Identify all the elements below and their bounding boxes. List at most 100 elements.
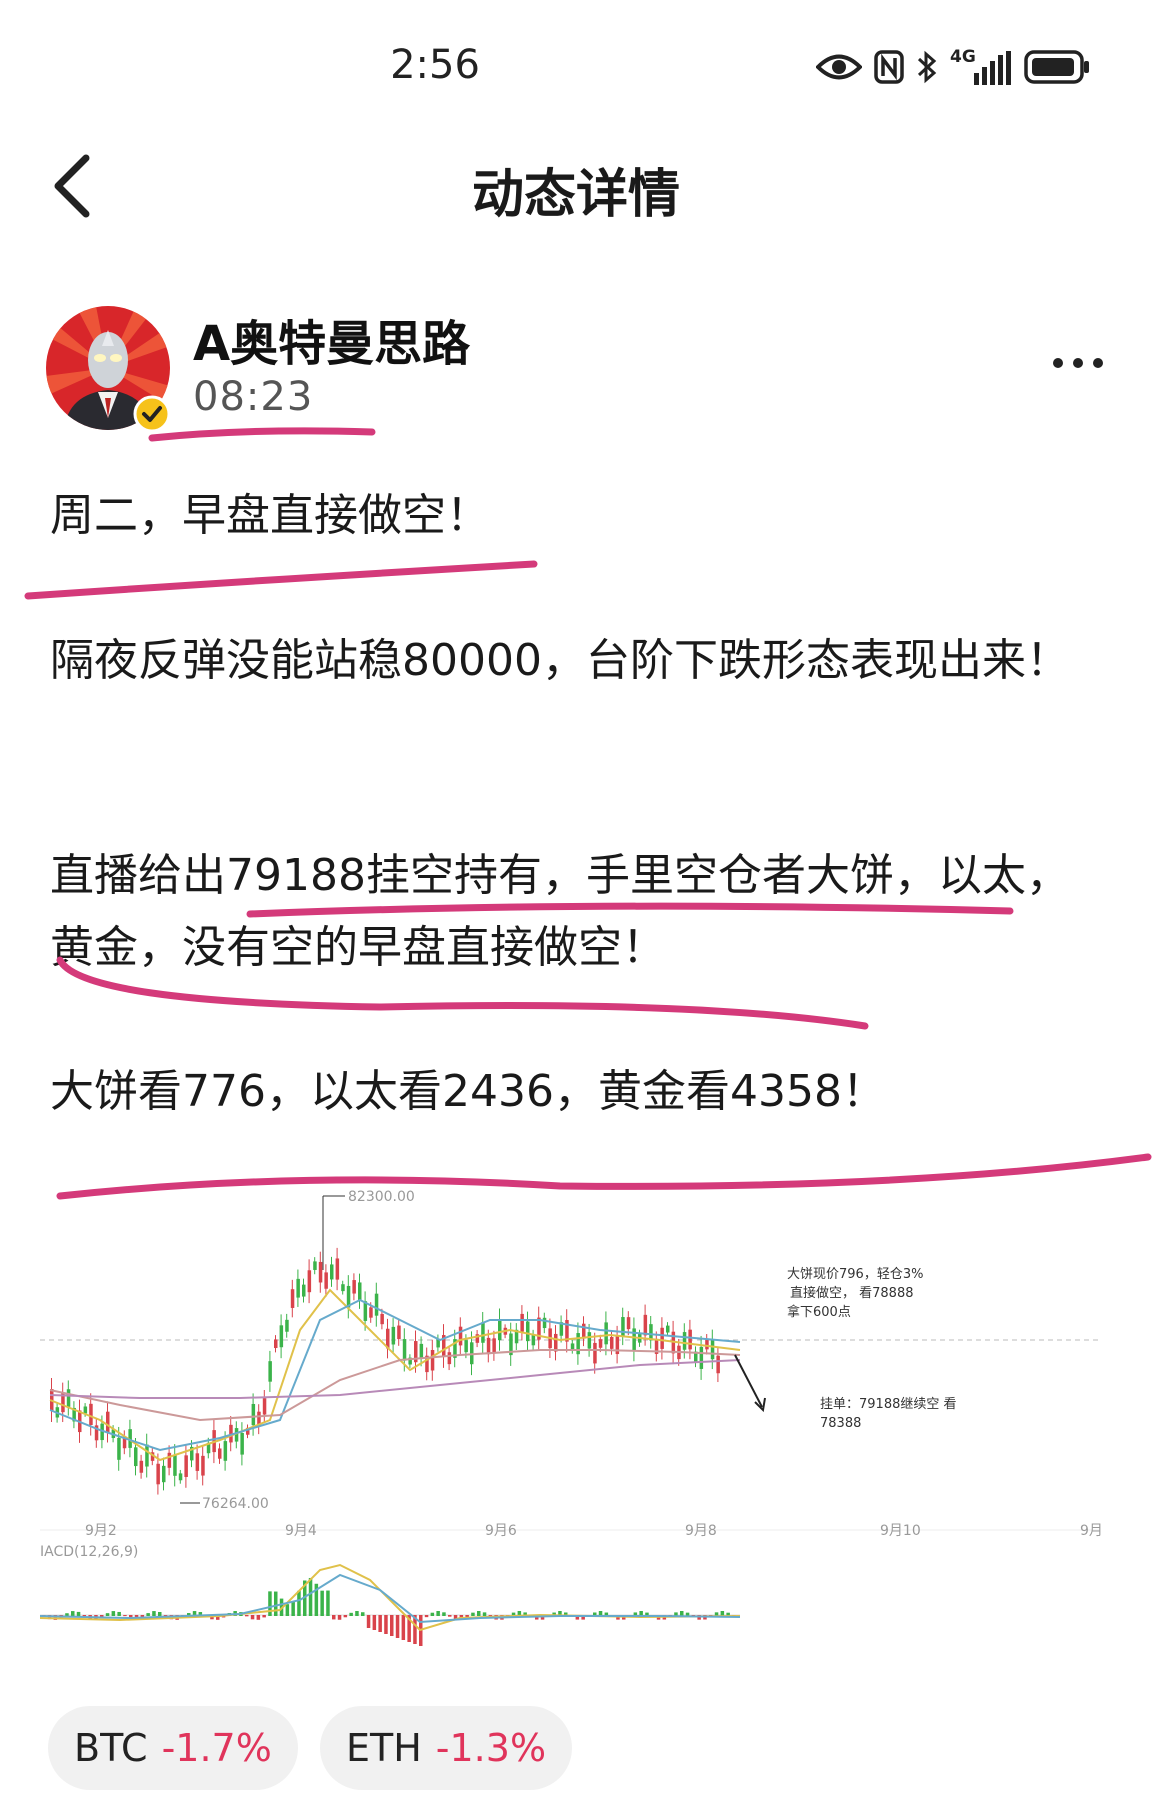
macd-bar — [291, 1601, 295, 1616]
macd-bar — [384, 1615, 388, 1634]
status-icons: 4G — [816, 44, 1090, 90]
candle-body — [666, 1325, 670, 1333]
candle-body — [296, 1278, 300, 1298]
candle-body — [531, 1334, 536, 1346]
candle-body — [380, 1313, 384, 1325]
chart-x-label: 9月 — [1080, 1523, 1103, 1539]
candle-body — [593, 1342, 597, 1364]
chart-note-line: 直接做空， 看78888 — [790, 1285, 914, 1301]
candle-body — [520, 1313, 524, 1332]
macd-bar — [482, 1612, 487, 1616]
macd-bar — [372, 1615, 377, 1630]
macd-bar — [250, 1615, 255, 1620]
network-label: 4G — [950, 47, 976, 67]
post-paragraph: 直播给出79188挂空持有，手里空仓者大饼，以太，黄金，没有空的早盘直接做空！ — [50, 850, 1070, 973]
candle-body — [341, 1284, 345, 1292]
candle-body — [302, 1284, 306, 1297]
macd-bar — [71, 1611, 75, 1616]
candle-body — [167, 1452, 172, 1468]
macd-bar — [332, 1615, 336, 1620]
macd-bar — [123, 1615, 127, 1617]
eye-icon — [816, 54, 862, 80]
macd-bar — [268, 1591, 272, 1616]
nfc-icon — [874, 50, 904, 84]
post-paragraph: 大饼看776，以太看2436，黄金看4358！ — [50, 1066, 886, 1117]
macd-bar — [105, 1613, 110, 1616]
macd-bar — [262, 1615, 266, 1618]
ticker-symbol: ETH — [346, 1726, 422, 1770]
macd-bar — [82, 1615, 87, 1617]
candle-body — [184, 1455, 188, 1477]
candle-body — [699, 1346, 704, 1369]
macd-bar — [395, 1615, 400, 1638]
ma-line — [49, 1359, 741, 1399]
candle-body — [430, 1349, 435, 1371]
chart-x-label: 9月6 — [485, 1523, 517, 1539]
macd-bar — [343, 1615, 348, 1618]
post-paragraph: 隔夜反弹没能站稳80000，台阶下跌形态表现出来！ — [50, 635, 1070, 686]
candle-body — [498, 1319, 502, 1341]
candle-body — [626, 1317, 631, 1330]
candle-body — [358, 1282, 362, 1301]
post-paragraph: 周二，早盘直接做空！ — [50, 490, 490, 541]
macd-bar — [285, 1604, 290, 1616]
macd-bar — [349, 1612, 353, 1616]
macd-bar — [477, 1611, 481, 1616]
candle-body — [402, 1339, 407, 1361]
macd-bar — [471, 1612, 475, 1616]
author-name[interactable]: A奥特曼思路 — [193, 304, 470, 374]
chart-note-line: 拿下600点 — [787, 1304, 851, 1320]
ticker-chip-eth[interactable]: ETH -1.3% — [320, 1706, 573, 1790]
candle-body — [604, 1322, 608, 1345]
macd-bar — [152, 1611, 156, 1616]
macd-bar — [390, 1615, 394, 1636]
candle-body — [369, 1307, 373, 1318]
candle-body — [660, 1327, 664, 1349]
candle-body — [352, 1280, 356, 1294]
macd-bar — [146, 1613, 150, 1616]
macd-bar — [117, 1611, 121, 1616]
signal-4g-icon: 4G — [950, 47, 1012, 85]
candle-body — [218, 1448, 222, 1459]
macd-bar — [378, 1615, 382, 1632]
chart-note-line: 挂单：79188继续空 看 — [820, 1396, 957, 1412]
candle-body — [223, 1441, 228, 1461]
candle-body — [324, 1272, 328, 1289]
macd-bar — [337, 1615, 342, 1620]
ma-line — [49, 1288, 741, 1462]
more-options-button[interactable] — [1050, 348, 1106, 378]
candle-body — [318, 1261, 323, 1283]
candle-body — [201, 1455, 205, 1476]
candle-body — [716, 1355, 720, 1374]
candle-body — [313, 1261, 317, 1270]
page-title: 动态详情 — [471, 165, 680, 225]
macd-bar — [297, 1590, 301, 1616]
candle-body — [156, 1463, 160, 1485]
indicator-label: IACD(12,26,9) — [40, 1544, 138, 1560]
candle-body — [391, 1326, 396, 1345]
ticker-chip-btc[interactable]: BTC -1.7% — [48, 1706, 298, 1790]
more-icon — [1053, 358, 1103, 368]
candle-body — [643, 1314, 648, 1336]
candle-body — [582, 1323, 586, 1339]
macd-bar — [436, 1611, 440, 1616]
chart-x-label: 9月8 — [685, 1523, 717, 1539]
candle-body — [145, 1444, 149, 1467]
chart-note-line: 78388 — [820, 1416, 861, 1431]
candle-body — [195, 1453, 200, 1471]
candle-body — [290, 1289, 295, 1308]
chart-image[interactable]: 82300.00 76264.00 大饼现价796，轻仓3% 直接做空， 看78… — [39, 1170, 1110, 1650]
macd-bar — [326, 1590, 330, 1616]
macd-bar — [442, 1612, 446, 1616]
candle-body — [240, 1432, 244, 1455]
candle-body — [106, 1411, 110, 1433]
macd-bar — [158, 1611, 162, 1616]
candle-body — [419, 1343, 424, 1359]
candle-body — [139, 1460, 144, 1473]
candle-body — [307, 1270, 312, 1293]
macd-bar — [680, 1611, 684, 1616]
candle-body — [397, 1325, 401, 1340]
macd-bar — [308, 1577, 313, 1616]
macd-bar — [401, 1615, 406, 1640]
candle-body — [486, 1337, 491, 1355]
